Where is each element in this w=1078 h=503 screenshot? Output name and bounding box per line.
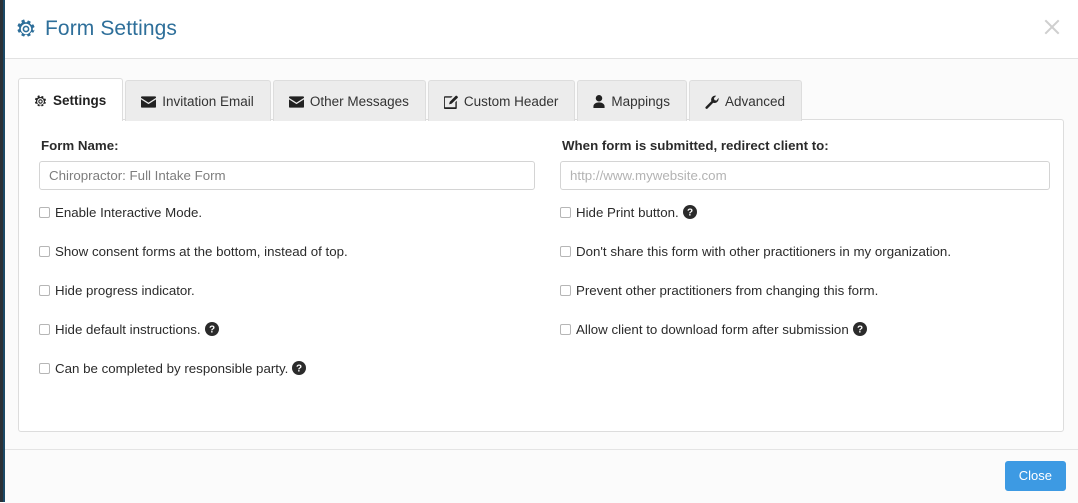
user-icon [593, 95, 605, 108]
checkbox-label[interactable]: Enable Interactive Mode. [55, 205, 202, 221]
settings-tab-bar: Settings Invitation Email Other Messages… [18, 78, 804, 122]
tab-other-messages[interactable]: Other Messages [272, 80, 426, 121]
checkbox-row: Enable Interactive Mode. [39, 205, 535, 221]
help-icon[interactable]: ? [682, 205, 697, 219]
gear-icon [16, 19, 36, 39]
checkbox-label[interactable]: Hide Print button. [576, 205, 679, 221]
checkbox-label[interactable]: Allow client to download form after subm… [576, 322, 849, 338]
checkbox-prevent-other-practitioners-changing[interactable] [560, 285, 571, 296]
svg-text:?: ? [857, 325, 863, 336]
checkbox-row: Hide progress indicator. [39, 283, 535, 299]
modal-body: Settings Invitation Email Other Messages… [5, 59, 1078, 449]
tab-label: Other Messages [309, 93, 409, 109]
redirect-label: When form is submitted, redirect client … [562, 138, 829, 153]
tab-label: Mappings [611, 93, 670, 109]
modal-header: Form Settings [5, 0, 1078, 59]
form-name-input[interactable] [39, 161, 535, 190]
tab-advanced[interactable]: Advanced [688, 80, 802, 121]
tab-mappings[interactable]: Mappings [577, 80, 687, 121]
checkbox-row: Show consent forms at the bottom, instea… [39, 244, 535, 260]
wrench-icon [705, 95, 719, 109]
close-button[interactable]: Close [1004, 461, 1066, 491]
checkbox-label[interactable]: Don't share this form with other practit… [576, 244, 951, 260]
checkbox-dont-share-form[interactable] [560, 246, 571, 257]
checkbox-show-consent-forms-bottom[interactable] [39, 246, 50, 257]
left-checkbox-list: Enable Interactive Mode. Show consent fo… [39, 205, 535, 377]
checkbox-row: Hide default instructions. ? [39, 322, 535, 338]
checkbox-hide-default-instructions[interactable] [39, 324, 50, 335]
envelope-icon [141, 95, 157, 108]
checkbox-completed-by-responsible-party[interactable] [39, 363, 50, 374]
checkbox-row: Prevent other practitioners from changin… [560, 283, 1050, 299]
tab-label: Advanced [724, 93, 785, 109]
checkbox-label[interactable]: Hide default instructions. [55, 322, 201, 338]
tab-settings[interactable]: Settings [18, 78, 124, 122]
settings-left-column: Form Name: Enable Interactive Mode. Show… [39, 138, 535, 377]
checkbox-hide-progress-indicator[interactable] [39, 285, 50, 296]
checkbox-row: Don't share this form with other practit… [560, 244, 1050, 260]
checkbox-row: Hide Print button. ? [560, 205, 1050, 221]
tab-invitation-email[interactable]: Invitation Email [125, 80, 271, 121]
checkbox-label[interactable]: Hide progress indicator. [55, 283, 195, 299]
modal-footer: Close [5, 449, 1078, 503]
checkbox-label[interactable]: Show consent forms at the bottom, instea… [55, 244, 348, 260]
tab-label: Custom Header [463, 93, 559, 109]
redirect-url-input[interactable] [560, 161, 1050, 190]
svg-text:?: ? [209, 325, 215, 336]
checkbox-row: Allow client to download form after subm… [560, 322, 1050, 338]
checkbox-hide-print-button[interactable] [560, 207, 571, 218]
svg-text:?: ? [296, 364, 302, 375]
settings-panel: Form Name: Enable Interactive Mode. Show… [18, 119, 1064, 432]
envelope-icon [288, 95, 304, 108]
right-checkbox-list: Hide Print button. ? Don't share this fo… [560, 205, 1050, 338]
form-settings-modal: Form Settings Settings Invitation Email … [5, 0, 1078, 503]
edit-square-icon [443, 95, 458, 109]
tab-label: Settings [53, 93, 107, 108]
page-title: Form Settings [16, 17, 177, 41]
checkbox-row: Can be completed by responsible party. ? [39, 361, 535, 377]
svg-text:?: ? [687, 208, 693, 219]
tab-custom-header[interactable]: Custom Header [427, 80, 576, 121]
checkbox-label[interactable]: Can be completed by responsible party. [55, 361, 288, 377]
settings-right-column: When form is submitted, redirect client … [560, 138, 1050, 338]
close-icon[interactable] [1039, 14, 1065, 40]
help-icon[interactable]: ? [204, 322, 219, 336]
gear-icon [34, 94, 47, 108]
checkbox-allow-client-download[interactable] [560, 324, 571, 335]
help-icon[interactable]: ? [852, 322, 867, 336]
page-title-text: Form Settings [45, 17, 178, 40]
help-icon[interactable]: ? [292, 361, 307, 375]
checkbox-enable-interactive-mode[interactable] [39, 207, 50, 218]
form-name-label: Form Name: [41, 138, 119, 153]
checkbox-label[interactable]: Prevent other practitioners from changin… [576, 283, 878, 299]
tab-label: Invitation Email [162, 93, 254, 109]
